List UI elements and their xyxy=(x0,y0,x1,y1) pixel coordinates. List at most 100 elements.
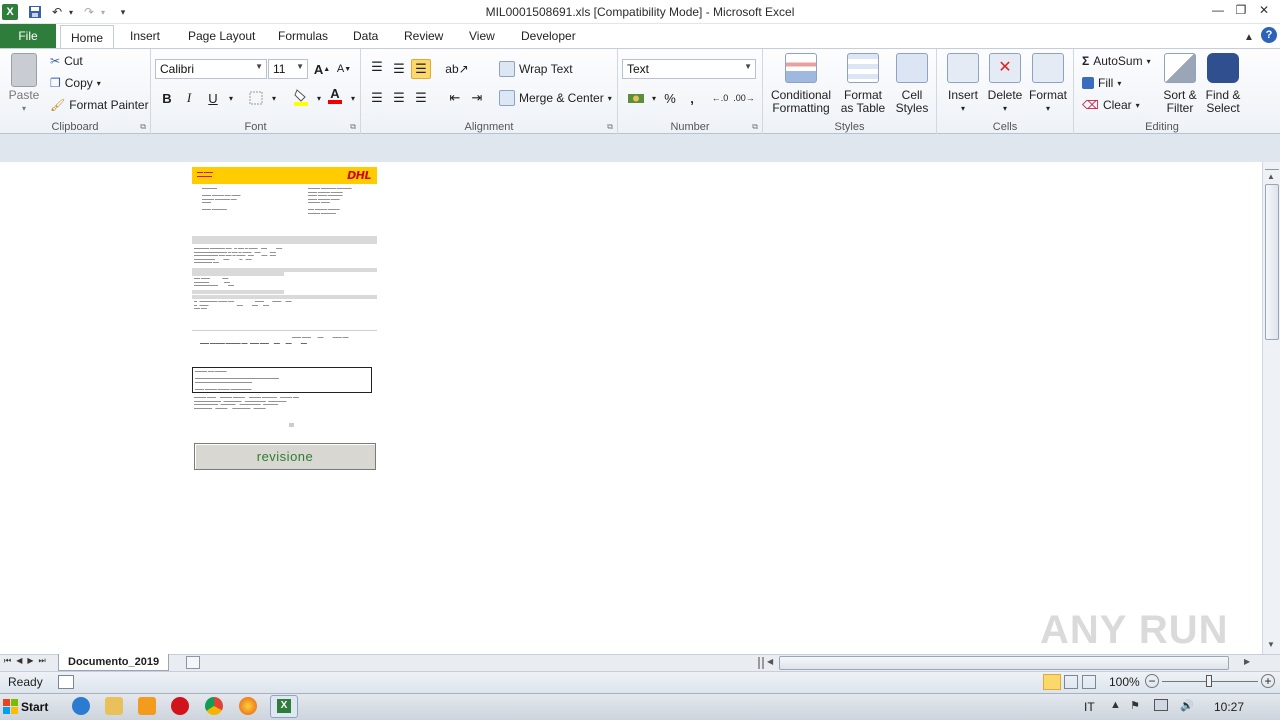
volume-icon[interactable]: 🔊 xyxy=(1180,699,1194,712)
tab-file[interactable]: File xyxy=(0,24,56,48)
grow-font-icon[interactable]: A ▲ xyxy=(312,59,332,79)
find-select-button[interactable]: Find & Select xyxy=(1202,53,1244,115)
align-center-icon[interactable]: ☰ xyxy=(389,88,409,108)
tab-page-layout[interactable]: Page Layout xyxy=(178,24,265,48)
fill-button[interactable]: Fill ▾ xyxy=(1082,76,1121,90)
copy-button[interactable]: ❐ Copy ▾ xyxy=(50,76,101,90)
minimize-ribbon-icon[interactable]: ▲ xyxy=(1240,28,1258,46)
align-left-icon[interactable]: ☰ xyxy=(367,88,387,108)
clear-button[interactable]: ⌫ Clear ▾ xyxy=(1082,98,1140,112)
explorer-folder-icon[interactable] xyxy=(105,697,123,715)
zoom-level[interactable]: 100% xyxy=(1109,675,1140,689)
borders-icon[interactable] xyxy=(246,88,266,108)
dialog-launcher-icon[interactable]: ⧉ xyxy=(607,122,613,132)
zoom-in-icon[interactable]: + xyxy=(1261,674,1275,688)
worksheet-area[interactable] xyxy=(0,162,1262,654)
vertical-scrollbar[interactable]: ▲ ▼ xyxy=(1262,162,1280,654)
page-break-view-icon[interactable] xyxy=(1082,675,1096,689)
firefox-icon[interactable] xyxy=(239,697,257,715)
decrease-decimal-icon[interactable]: .00→ xyxy=(733,88,755,108)
conditional-formatting-button[interactable]: Conditional Formatting xyxy=(767,53,835,115)
insert-sheet-icon[interactable] xyxy=(186,656,200,669)
sort-filter-button[interactable]: Sort & Filter xyxy=(1160,53,1200,115)
underline-dropdown-icon[interactable]: ▾ xyxy=(221,88,241,108)
excel-taskbar-button[interactable]: X xyxy=(270,695,298,718)
horizontal-scroll-thumb[interactable] xyxy=(779,656,1229,670)
dialog-launcher-icon[interactable]: ⧉ xyxy=(140,122,146,132)
cut-button[interactable]: ✂ Cut xyxy=(50,54,83,68)
orientation-icon[interactable]: ab↗ xyxy=(445,59,468,79)
zoom-out-icon[interactable]: − xyxy=(1145,674,1159,688)
tab-insert[interactable]: Insert xyxy=(120,24,170,48)
increase-indent-icon[interactable]: ⇥ xyxy=(467,88,487,108)
number-format-select[interactable]: Text ▼ xyxy=(622,59,756,79)
tab-formulas[interactable]: Formulas xyxy=(268,24,338,48)
decrease-indent-icon[interactable]: ⇤ xyxy=(445,88,465,108)
revisione-button[interactable]: revisione xyxy=(194,443,376,470)
italic-icon[interactable]: I xyxy=(179,88,199,108)
dialog-launcher-icon[interactable]: ⧉ xyxy=(350,122,356,132)
scroll-up-icon[interactable]: ▲ xyxy=(1267,172,1275,181)
restore-icon[interactable]: ❐ xyxy=(1230,1,1252,19)
minimize-icon[interactable]: — xyxy=(1207,1,1229,19)
align-right-icon[interactable]: ☰ xyxy=(411,88,431,108)
language-indicator[interactable]: IT xyxy=(1084,700,1095,714)
font-size-select[interactable]: 11 ▼ xyxy=(268,59,308,79)
fill-color-icon[interactable] xyxy=(291,87,311,107)
help-icon[interactable]: ? xyxy=(1261,27,1277,43)
tab-developer[interactable]: Developer xyxy=(511,24,586,48)
tab-split-handle[interactable] xyxy=(758,657,764,669)
tab-view[interactable]: View xyxy=(459,24,505,48)
font-name-select[interactable]: Calibri ▼ xyxy=(155,59,267,79)
font-color-icon[interactable]: A xyxy=(325,86,345,106)
comma-style-icon[interactable]: , xyxy=(682,88,702,108)
align-top-icon[interactable]: ☰ xyxy=(367,57,387,77)
invoice-document-image[interactable]: ▬▬ ▬▬▬ ▬▬▬▬▬ DHL ▬▬▬▬▬ ▬▬▬ ▬▬▬▬ ▬▬ ▬▬▬ ▬▬▬▬… xyxy=(192,167,377,427)
opera-icon[interactable] xyxy=(171,697,189,715)
shrink-font-icon[interactable]: A ▼ xyxy=(334,59,354,79)
cell-styles-button[interactable]: Cell Styles xyxy=(891,53,933,115)
paste-button[interactable]: Paste ▾ xyxy=(6,53,42,115)
start-button[interactable]: Start xyxy=(0,695,54,718)
percent-icon[interactable]: % xyxy=(660,88,680,108)
scroll-thumb[interactable] xyxy=(1265,184,1279,340)
tab-review[interactable]: Review xyxy=(394,24,453,48)
internet-explorer-icon[interactable] xyxy=(72,697,90,715)
merge-center-button[interactable]: Merge & Center ▾ xyxy=(499,90,612,106)
bold-icon[interactable]: B xyxy=(157,88,177,108)
dialog-launcher-icon[interactable]: ⧉ xyxy=(752,122,758,132)
underline-icon[interactable]: U xyxy=(203,88,223,108)
page-layout-view-icon[interactable] xyxy=(1064,675,1078,689)
scroll-left-icon[interactable]: ◀ xyxy=(767,657,773,666)
tray-arrow-icon[interactable]: ▲ xyxy=(1110,699,1121,711)
chrome-icon[interactable] xyxy=(205,697,223,715)
paste-dropdown-icon[interactable]: ▾ xyxy=(6,102,42,115)
normal-view-icon[interactable] xyxy=(1043,674,1061,690)
format-cells-button[interactable]: Format ▾ xyxy=(1027,53,1069,115)
network-icon[interactable] xyxy=(1154,699,1168,711)
autosum-button[interactable]: Σ AutoSum ▾ xyxy=(1082,54,1151,68)
align-middle-icon[interactable]: ☰ xyxy=(389,59,409,79)
insert-cells-button[interactable]: Insert ▾ xyxy=(943,53,983,115)
split-handle[interactable] xyxy=(1265,162,1279,170)
delete-cells-button[interactable]: ✕ Delete ▾ xyxy=(985,53,1025,115)
borders-dropdown-icon[interactable]: ▾ xyxy=(264,88,284,108)
zoom-slider-thumb[interactable] xyxy=(1206,675,1212,687)
wrap-text-button[interactable]: Wrap Text xyxy=(499,61,573,77)
font-color-dropdown-icon[interactable]: ▾ xyxy=(343,88,363,108)
close-icon[interactable]: ✕ xyxy=(1253,1,1275,19)
format-painter-button[interactable]: 🖌 Format Painter xyxy=(50,98,149,112)
tab-home[interactable]: Home xyxy=(60,25,115,49)
action-center-flag-icon[interactable]: ⚑ xyxy=(1130,699,1140,712)
sheet-nav-icons[interactable]: ⏮◀▶⏭ xyxy=(4,656,51,666)
scroll-down-icon[interactable]: ▼ xyxy=(1267,640,1275,649)
tab-data[interactable]: Data xyxy=(343,24,388,48)
accounting-format-icon[interactable] xyxy=(626,88,646,108)
format-as-table-button[interactable]: Format as Table xyxy=(837,53,889,115)
scroll-right-icon[interactable]: ▶ xyxy=(1244,657,1250,666)
align-bottom-icon[interactable]: ☰ xyxy=(411,59,431,79)
increase-decimal-icon[interactable]: ←.0 xyxy=(710,88,730,108)
media-player-icon[interactable] xyxy=(138,697,156,715)
sheet-tab-documento[interactable]: Documento_2019 xyxy=(58,654,170,671)
macro-record-icon[interactable] xyxy=(58,675,74,689)
